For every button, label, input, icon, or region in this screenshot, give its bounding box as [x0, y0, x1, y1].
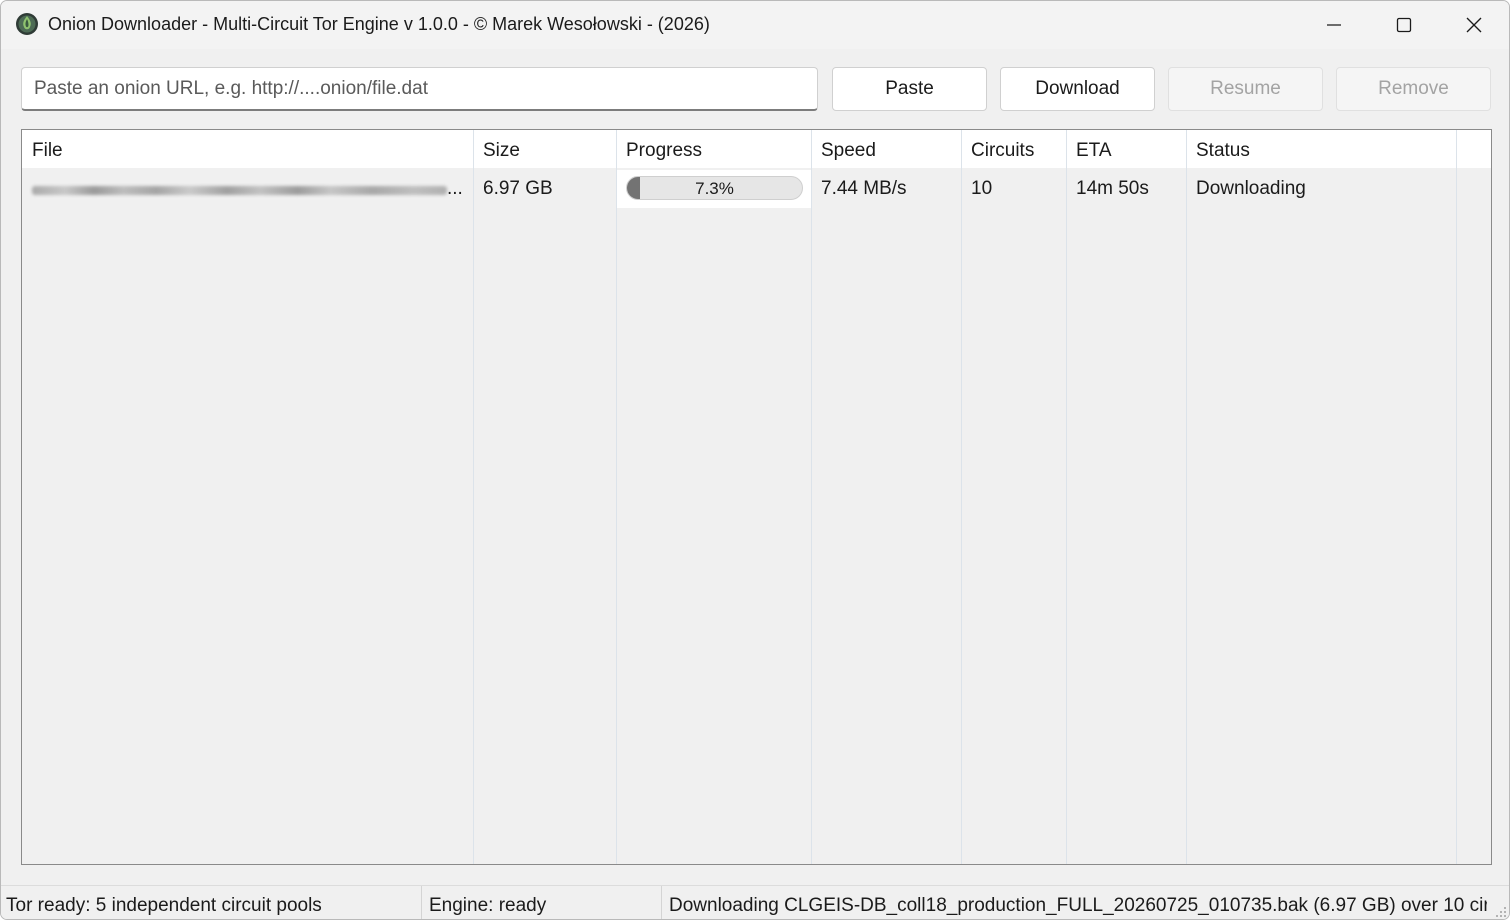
redacted-file-name [32, 186, 447, 195]
app-window: Onion Downloader - Multi-Circuit Tor Eng… [0, 0, 1510, 920]
column-header-speed[interactable]: Speed [811, 130, 876, 168]
tor-status: Tor ready: 5 independent circuit pools [6, 895, 322, 916]
minimize-icon [1327, 24, 1341, 26]
file-name-cell: ... [22, 170, 473, 208]
progress-percent: 7.3% [695, 179, 734, 198]
column-header-eta[interactable]: ETA [1066, 130, 1112, 168]
column-divider [1066, 130, 1067, 864]
column-divider [811, 130, 812, 864]
status-separator [421, 886, 422, 919]
column-divider [961, 130, 962, 864]
remove-button[interactable]: Remove [1336, 67, 1491, 111]
table-header: File Size Progress Speed Circuits ETA St… [22, 130, 1491, 168]
download-message: Downloading CLGEIS-DB_coll18_production_… [669, 895, 1487, 916]
close-button[interactable] [1439, 1, 1509, 49]
resume-button[interactable]: Resume [1168, 67, 1323, 111]
window-title: Onion Downloader - Multi-Circuit Tor Eng… [48, 14, 710, 34]
column-header-status[interactable]: Status [1186, 130, 1250, 168]
column-divider [473, 130, 474, 864]
status-separator [661, 886, 662, 919]
maximize-icon [1396, 17, 1412, 33]
resize-grip-icon[interactable] [1493, 904, 1507, 918]
progress-cell: 7.3% [617, 170, 811, 208]
minimize-button[interactable] [1299, 1, 1369, 49]
column-header-size[interactable]: Size [473, 130, 520, 168]
engine-status: Engine: ready [429, 895, 547, 916]
status-cell: Downloading [1196, 178, 1306, 199]
file-name-ellipsis: ... [447, 178, 463, 199]
paste-button[interactable]: Paste [832, 67, 987, 111]
column-header-progress[interactable]: Progress [616, 130, 702, 168]
circuits-cell: 10 [971, 178, 993, 199]
status-bar: Tor ready: 5 independent circuit pools E… [1, 885, 1509, 919]
download-button[interactable]: Download [1000, 67, 1155, 111]
close-icon [1466, 17, 1482, 33]
size-cell: 6.97 GB [483, 178, 553, 199]
maximize-button[interactable] [1369, 1, 1439, 49]
onion-app-icon [16, 13, 38, 35]
progress-bar: 7.3% [626, 176, 803, 200]
column-divider [616, 130, 617, 864]
column-header-file[interactable]: File [22, 130, 63, 168]
onion-url-input[interactable] [21, 67, 818, 111]
eta-cell: 14m 50s [1076, 178, 1149, 199]
column-divider [1456, 130, 1457, 864]
speed-cell: 7.44 MB/s [821, 178, 907, 199]
title-bar[interactable]: Onion Downloader - Multi-Circuit Tor Eng… [1, 1, 1509, 49]
column-header-circuits[interactable]: Circuits [961, 130, 1034, 168]
downloads-table[interactable]: File Size Progress Speed Circuits ETA St… [21, 129, 1492, 865]
column-divider [1186, 130, 1187, 864]
